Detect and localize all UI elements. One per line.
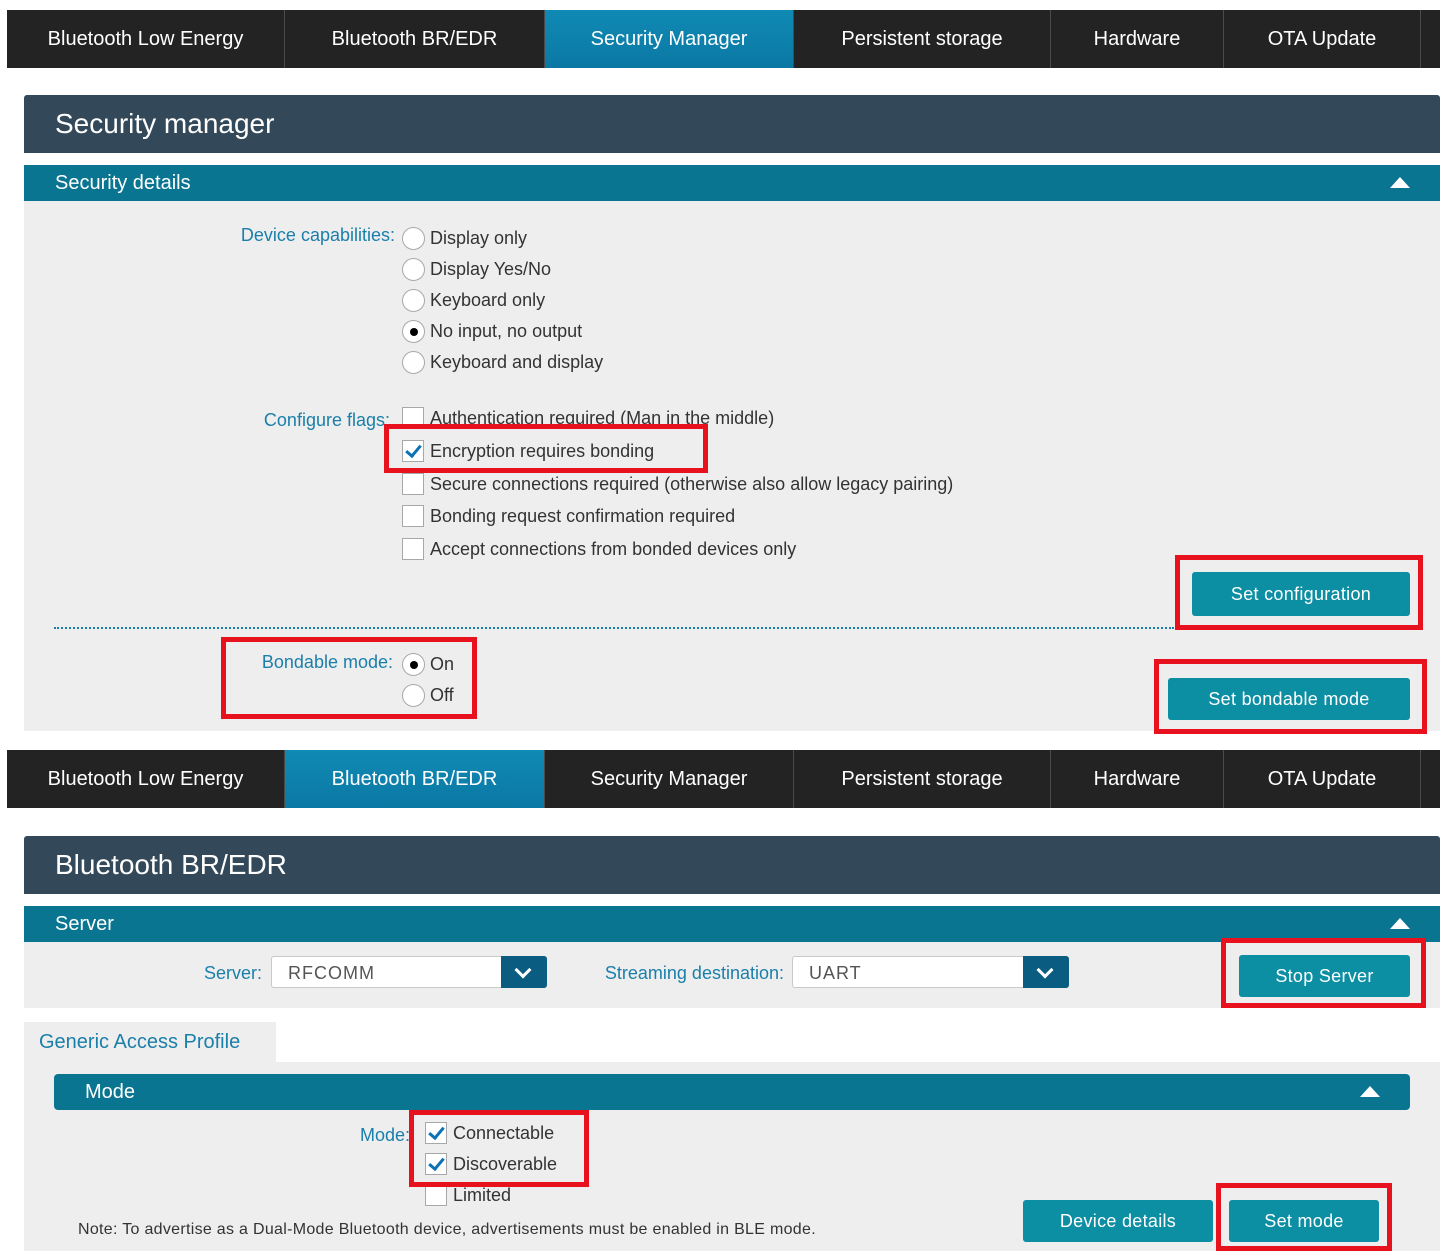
chevron-down-icon	[514, 961, 532, 979]
page-title: Bluetooth BR/EDR	[24, 836, 1440, 894]
checkbox-label: Secure connections required (otherwise a…	[430, 474, 954, 494]
security-details-header[interactable]: Security details	[24, 165, 1440, 201]
checkbox-label: Discoverable	[453, 1154, 558, 1174]
checkbox-secure-connections-required[interactable]	[402, 473, 424, 495]
radio-label: On	[430, 654, 455, 674]
bottom-tab-bar: Bluetooth Low Energy Bluetooth BR/EDR Se…	[7, 750, 1440, 808]
divider	[54, 627, 1174, 629]
tab-security-manager[interactable]: Security Manager	[545, 750, 794, 808]
stop-server-button[interactable]: Stop Server	[1239, 955, 1410, 997]
collapse-up-icon[interactable]	[1360, 1086, 1380, 1097]
radio-bondable-off[interactable]	[402, 684, 425, 707]
tab-bluetooth-low-energy[interactable]: Bluetooth Low Energy	[7, 750, 285, 808]
radio-label: No input, no output	[430, 321, 583, 341]
tab-bluetooth-br-edr[interactable]: Bluetooth BR/EDR	[285, 750, 545, 808]
collapse-up-icon[interactable]	[1390, 918, 1410, 929]
checkbox-label: Accept connections from bonded devices o…	[430, 539, 797, 559]
dropdown-button[interactable]	[1023, 956, 1069, 988]
device-capabilities-label: Device capabilities:	[240, 225, 395, 245]
checkbox-connectable[interactable]	[425, 1122, 447, 1144]
checkbox-label: Limited	[453, 1185, 512, 1205]
set-configuration-button[interactable]: Set configuration	[1192, 572, 1410, 616]
checkbox-authentication-required[interactable]	[402, 407, 424, 429]
radio-display-only[interactable]	[402, 227, 425, 250]
tab-ota-update[interactable]: OTA Update	[1224, 750, 1421, 808]
section-title: Security details	[55, 171, 191, 194]
checkbox-accept-bonded-only[interactable]	[402, 538, 424, 560]
section-title: Server	[55, 912, 114, 935]
tab-hardware[interactable]: Hardware	[1051, 750, 1224, 808]
checkbox-label: Authentication required (Man in the midd…	[430, 408, 775, 428]
radio-keyboard-only[interactable]	[402, 289, 425, 312]
mode-label: Mode:	[359, 1125, 410, 1145]
tab-persistent-storage[interactable]: Persistent storage	[794, 10, 1051, 68]
mode-section-header[interactable]: Mode	[54, 1074, 1410, 1110]
radio-bondable-on[interactable]	[402, 653, 425, 676]
page-title: Security manager	[24, 95, 1440, 153]
tab-persistent-storage[interactable]: Persistent storage	[794, 750, 1051, 808]
section-title: Mode	[85, 1080, 136, 1103]
dropdown-button[interactable]	[501, 956, 547, 988]
server-select[interactable]: RFCOMM	[271, 956, 547, 988]
set-bondable-mode-button[interactable]: Set bondable mode	[1168, 678, 1410, 720]
tab-bluetooth-br-edr[interactable]: Bluetooth BR/EDR	[285, 10, 545, 68]
checkbox-bonding-confirmation-required[interactable]	[402, 505, 424, 527]
checkbox-label: Connectable	[453, 1123, 555, 1143]
server-label: Server:	[203, 963, 262, 983]
radio-no-input-no-output[interactable]	[402, 320, 425, 343]
bondable-mode-label: Bondable mode:	[261, 652, 393, 672]
tab-generic-access-profile[interactable]: Generic Access Profile	[24, 1022, 276, 1062]
streaming-select-value: UART	[809, 963, 862, 983]
top-tab-bar: Bluetooth Low Energy Bluetooth BR/EDR Se…	[7, 10, 1440, 68]
radio-label: Keyboard and display	[430, 352, 604, 372]
server-section-header[interactable]: Server	[24, 906, 1440, 942]
checkbox-label: Bonding request confirmation required	[430, 506, 736, 526]
server-select-value: RFCOMM	[288, 963, 375, 983]
radio-label: Keyboard only	[430, 290, 546, 310]
streaming-destination-label: Streaming destination:	[604, 963, 784, 983]
radio-label: Display Yes/No	[430, 259, 552, 279]
tab-hardware[interactable]: Hardware	[1051, 10, 1224, 68]
radio-label: Off	[430, 685, 454, 705]
advertising-note: Note: To advertise as a Dual-Mode Blueto…	[78, 1221, 816, 1238]
set-mode-button[interactable]: Set mode	[1229, 1200, 1379, 1242]
tab-security-manager[interactable]: Security Manager	[545, 10, 794, 68]
tab-ota-update[interactable]: OTA Update	[1224, 10, 1421, 68]
tab-bluetooth-low-energy[interactable]: Bluetooth Low Energy	[7, 10, 285, 68]
checkbox-label: Encryption requires bonding	[430, 441, 655, 461]
checkbox-discoverable[interactable]	[425, 1153, 447, 1175]
streaming-destination-select[interactable]: UART	[792, 956, 1069, 988]
radio-keyboard-and-display[interactable]	[402, 351, 425, 374]
chevron-down-icon	[1036, 961, 1054, 979]
radio-display-yes-no[interactable]	[402, 258, 425, 281]
collapse-up-icon[interactable]	[1390, 177, 1410, 188]
checkbox-limited[interactable]	[425, 1184, 447, 1206]
configure-flags-label: Configure flags:	[263, 410, 390, 430]
checkbox-encryption-requires-bonding[interactable]	[402, 440, 424, 462]
device-details-button[interactable]: Device details	[1023, 1200, 1213, 1242]
radio-label: Display only	[430, 228, 528, 248]
